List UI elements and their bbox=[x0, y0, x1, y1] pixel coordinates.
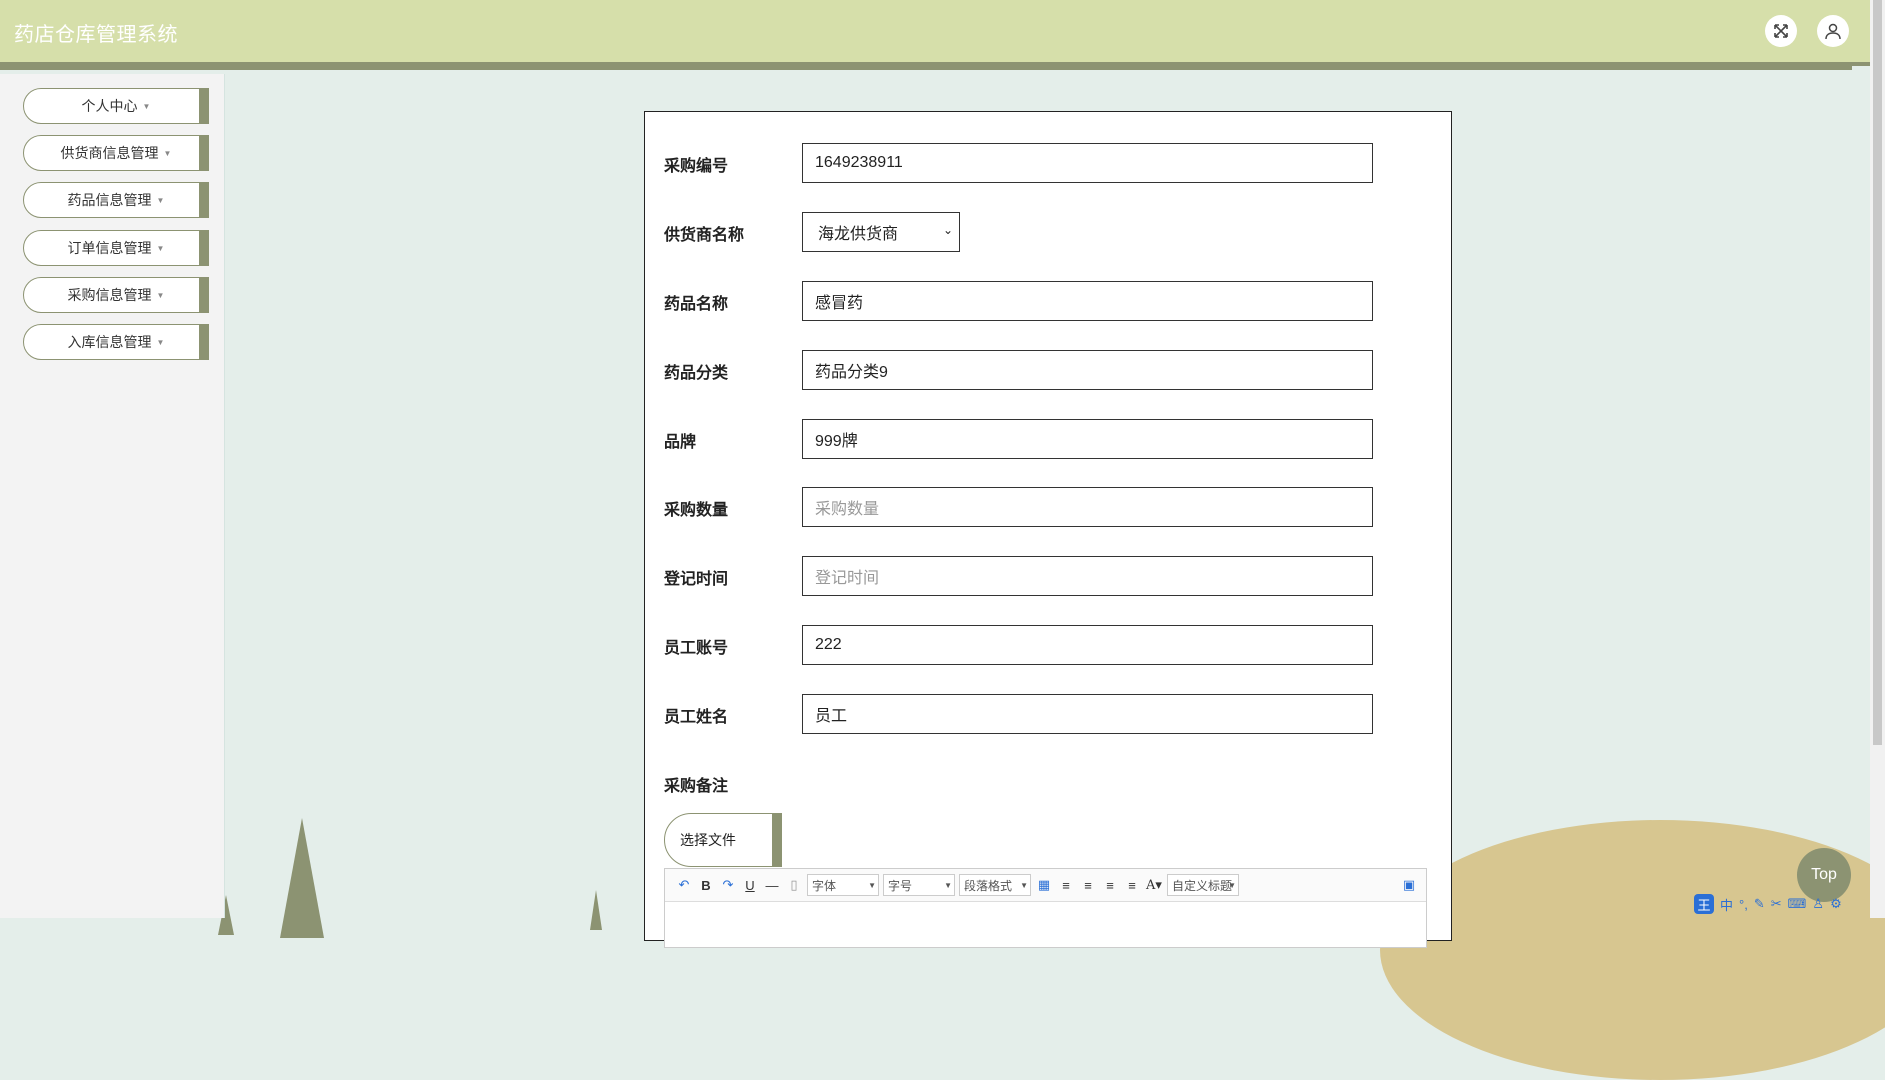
bold-icon[interactable]: B bbox=[695, 878, 717, 893]
chevron-down-icon: ▼ bbox=[156, 337, 165, 347]
align-right-icon[interactable]: ≡ bbox=[1077, 878, 1099, 893]
custom-title-dropdown[interactable]: 自定义标题 ▼ bbox=[1167, 874, 1239, 896]
sidebar-item-label: 入库信息管理 bbox=[67, 334, 152, 350]
field-label: 员工账号 bbox=[664, 640, 729, 657]
brand-input[interactable]: 999牌 bbox=[802, 419, 1373, 459]
register-time-input[interactable]: 登记时间 bbox=[802, 556, 1373, 596]
chevron-down-icon: ▼ bbox=[944, 880, 952, 890]
sidebar-item-supplier[interactable]: 供货商信息管理 ▼ bbox=[23, 135, 209, 171]
chevron-down-icon: ▼ bbox=[1020, 880, 1028, 890]
remark-label: 采购备注 bbox=[664, 778, 729, 795]
fullscreen-button[interactable] bbox=[1765, 15, 1797, 47]
table-icon[interactable]: ▦ bbox=[1033, 877, 1055, 893]
ime-mode-toggle[interactable]: 中 bbox=[1720, 895, 1733, 914]
custom-title-label: 自定义标题 bbox=[1172, 878, 1233, 893]
editor-toolbar: ↶ B ↷ U — ▯ 字体 ▼ 字号 ▼ 段落格式 ▼ ▦ ≡ ≡ ≡ ≡ A▾ 自… bbox=[665, 869, 1426, 902]
horizontal-rule-icon[interactable]: — bbox=[761, 878, 783, 893]
sidebar-item-orders[interactable]: 订单信息管理 ▼ bbox=[23, 230, 209, 266]
field-label: 登记时间 bbox=[664, 571, 729, 588]
font-family-label: 字体 bbox=[812, 878, 837, 893]
top-bar: 药店仓库管理系统 bbox=[0, 0, 1870, 66]
paragraph-format-label: 段落格式 bbox=[964, 878, 1013, 893]
underline-icon[interactable]: U bbox=[739, 878, 761, 893]
undo-icon[interactable]: ↶ bbox=[673, 877, 695, 893]
ime-logo-icon[interactable]: 王 bbox=[1694, 894, 1714, 914]
chevron-down-icon: ▼ bbox=[142, 101, 151, 111]
document-icon[interactable]: ▯ bbox=[783, 877, 805, 893]
settings-gear-icon[interactable]: ⚙ bbox=[1830, 896, 1842, 912]
sidebar-item-personal-center[interactable]: 个人中心 ▼ bbox=[23, 88, 209, 124]
scissors-icon[interactable]: ✂ bbox=[1771, 896, 1782, 912]
employee-name-input[interactable]: 员工 bbox=[802, 694, 1373, 734]
font-size-dropdown[interactable]: 字号 ▼ bbox=[883, 874, 955, 896]
supplier-select[interactable]: 海龙供货商 ⌄ bbox=[802, 212, 960, 252]
source-code-icon[interactable]: ▣ bbox=[1398, 877, 1420, 893]
supplier-select-value: 海龙供货商 bbox=[818, 226, 899, 243]
field-label: 药品分类 bbox=[664, 365, 729, 382]
sidebar-item-label: 供货商信息管理 bbox=[60, 145, 159, 161]
keyboard-icon[interactable]: ⌨ bbox=[1788, 896, 1807, 912]
punctuation-icon[interactable]: °, bbox=[1739, 897, 1748, 912]
rich-text-editor[interactable]: ↶ B ↷ U — ▯ 字体 ▼ 字号 ▼ 段落格式 ▼ ▦ ≡ ≡ ≡ ≡ A▾ 自… bbox=[664, 868, 1427, 948]
field-label: 供货商名称 bbox=[664, 227, 745, 244]
app-title: 药店仓库管理系统 bbox=[14, 22, 178, 46]
chevron-down-icon: ▼ bbox=[1228, 880, 1236, 890]
field-label: 品牌 bbox=[664, 434, 697, 451]
expand-icon bbox=[1774, 24, 1788, 38]
field-label: 药品名称 bbox=[664, 296, 729, 313]
employee-account-input[interactable]: 222 bbox=[802, 625, 1373, 665]
skin-icon[interactable]: ♙ bbox=[1812, 896, 1824, 912]
chevron-down-icon: ▼ bbox=[163, 148, 172, 158]
field-label: 采购编号 bbox=[664, 158, 729, 175]
medicine-name-input[interactable]: 感冒药 bbox=[802, 281, 1373, 321]
font-size-label: 字号 bbox=[888, 878, 913, 893]
scrollbar-thumb[interactable] bbox=[1873, 0, 1882, 745]
font-color-icon[interactable]: A▾ bbox=[1143, 878, 1165, 893]
field-label: 员工姓名 bbox=[664, 709, 729, 726]
sidebar-item-purchase[interactable]: 采购信息管理 ▼ bbox=[23, 277, 209, 313]
background-tree bbox=[590, 890, 602, 930]
sidebar: 个人中心 ▼ 供货商信息管理 ▼ 药品信息管理 ▼ 订单信息管理 ▼ 采购信息管理 ▼ 入… bbox=[0, 74, 225, 918]
background-tree bbox=[280, 818, 324, 938]
align-justify-icon[interactable]: ≡ bbox=[1121, 878, 1143, 893]
redo-icon[interactable]: ↷ bbox=[717, 877, 739, 893]
sidebar-item-medicine[interactable]: 药品信息管理 ▼ bbox=[23, 182, 209, 218]
sidebar-item-label: 个人中心 bbox=[81, 98, 138, 114]
medicine-category-input[interactable]: 药品分类9 bbox=[802, 350, 1373, 390]
sidebar-item-label: 采购信息管理 bbox=[67, 287, 152, 303]
user-menu-button[interactable] bbox=[1817, 15, 1849, 47]
purchase-form: 采购编号 1649238911 供货商名称 海龙供货商 ⌄ 药品名称 感冒药 药品… bbox=[644, 111, 1452, 948]
choose-file-button[interactable]: 选择文件 bbox=[664, 813, 782, 867]
paragraph-format-dropdown[interactable]: 段落格式 ▼ bbox=[959, 874, 1031, 896]
font-family-dropdown[interactable]: 字体 ▼ bbox=[807, 874, 879, 896]
purchase-number-input[interactable]: 1649238911 bbox=[802, 143, 1373, 183]
chevron-down-icon: ⌄ bbox=[942, 223, 953, 237]
header-divider bbox=[0, 66, 1852, 70]
user-icon bbox=[1825, 23, 1841, 40]
field-label: 采购数量 bbox=[664, 502, 729, 519]
chevron-down-icon: ▼ bbox=[868, 880, 876, 890]
sidebar-item-stock-in[interactable]: 入库信息管理 ▼ bbox=[23, 324, 209, 360]
align-left-icon[interactable]: ≡ bbox=[1055, 878, 1077, 893]
pen-icon[interactable]: ✎ bbox=[1754, 896, 1765, 912]
chevron-down-icon: ▼ bbox=[156, 290, 165, 300]
chevron-down-icon: ▼ bbox=[156, 195, 165, 205]
purchase-quantity-input[interactable]: 采购数量 bbox=[802, 487, 1373, 527]
chevron-down-icon: ▼ bbox=[156, 243, 165, 253]
sidebar-item-label: 订单信息管理 bbox=[67, 240, 152, 256]
ime-toolbar: 王 中 °, ✎ ✂ ⌨ ♙ ⚙ bbox=[1694, 893, 1842, 915]
align-center-icon[interactable]: ≡ bbox=[1099, 878, 1121, 893]
sidebar-item-label: 药品信息管理 bbox=[67, 192, 152, 208]
